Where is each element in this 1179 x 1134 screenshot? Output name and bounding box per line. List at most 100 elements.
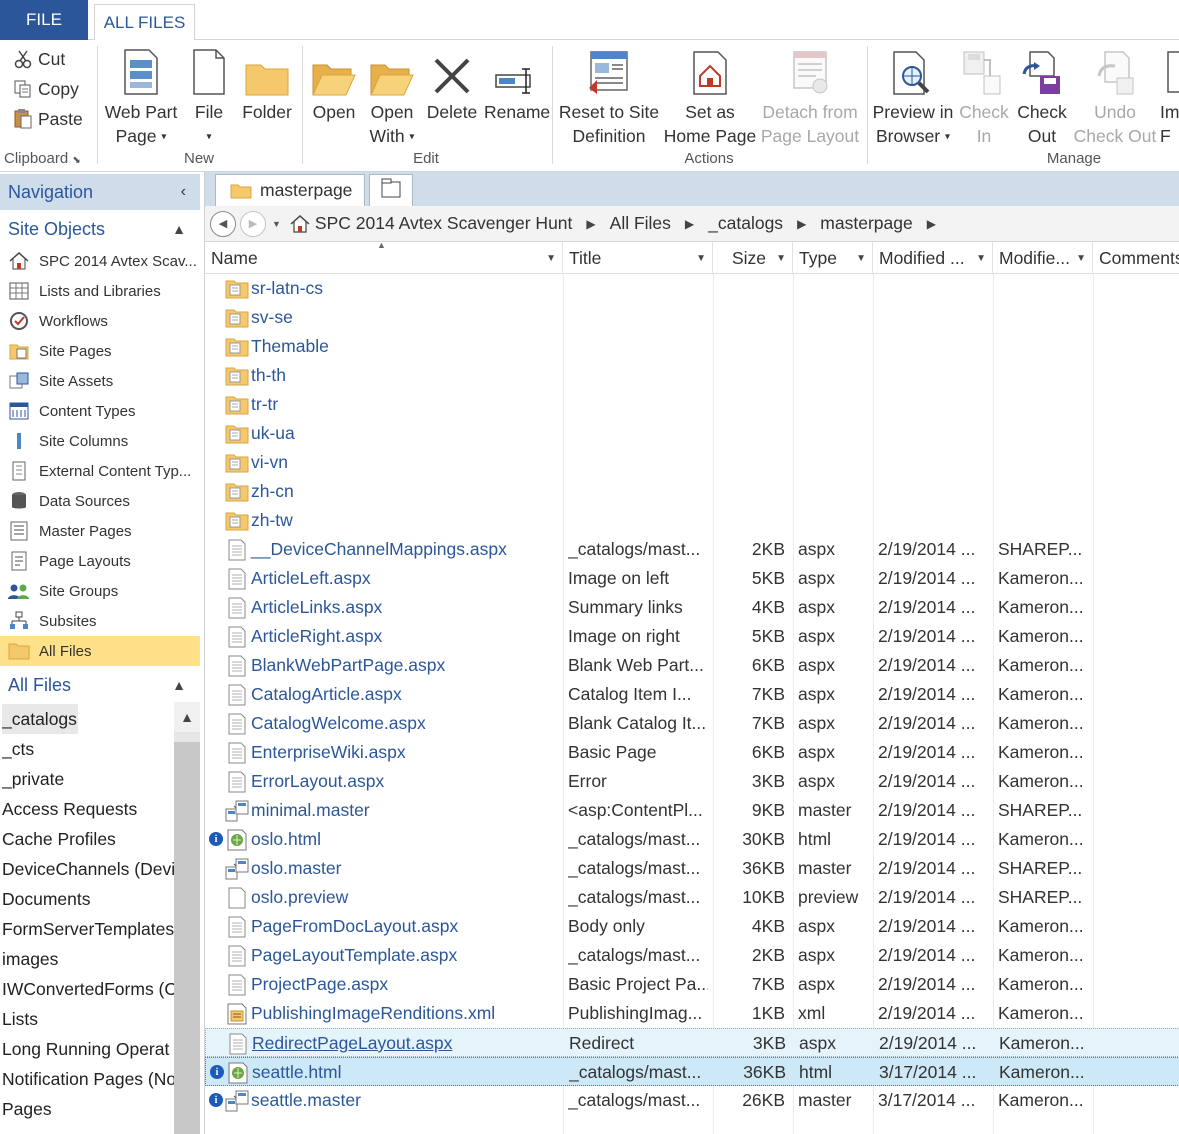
file-row[interactable]: BlankWebPartPage.aspx Blank Web Part... 6K… [205,651,1179,680]
file-row[interactable]: ProjectPage.aspx Basic Project Pa... 7KB as… [205,970,1179,999]
column-header-modified-by[interactable]: Modifie... ▼ [993,242,1093,274]
nav-item-workflows[interactable]: Workflows [0,306,200,336]
file-name[interactable]: CatalogWelcome.aspx [225,709,565,738]
filter-dropdown-icon[interactable]: ▼ [696,253,706,264]
nav-item-content-types[interactable]: Content Types [0,396,200,426]
breadcrumb-separator-icon[interactable]: ▶ [685,217,694,231]
nav-item-data-sources[interactable]: Data Sources [0,486,200,516]
column-header-title[interactable]: Title ▼ [563,242,713,274]
filter-dropdown-icon[interactable]: ▼ [976,253,986,264]
column-header-comments[interactable]: Comments [1093,242,1179,274]
file-name-label[interactable]: RedirectPageLayout.aspx [252,1033,452,1054]
breadcrumb-item-masterpage[interactable]: masterpage [820,213,912,234]
tree-item[interactable]: Notification Pages (No [2,1064,174,1094]
file-name[interactable]: BlankWebPartPage.aspx [225,651,565,680]
folder-row[interactable]: zh-tw [205,506,1179,535]
file-name[interactable]: PageFromDocLayout.aspx [225,912,565,941]
folder-name[interactable]: sr-latn-cs [225,274,565,303]
file-name-label[interactable]: PageLayoutTemplate.aspx [251,945,457,966]
tree-scrollbar[interactable]: ▲ [174,702,200,1134]
tree-item[interactable]: _cts [2,734,174,764]
file-row[interactable]: ArticleLinks.aspx Summary links 4KB aspx 2/1… [205,593,1179,622]
nav-item-spc-2014-avtex-scav[interactable]: SPC 2014 Avtex Scav... [0,246,200,276]
nav-item-subsites[interactable]: Subsites [0,606,200,636]
tree-item[interactable]: Cache Profiles [2,824,174,854]
set-as-home-page-button[interactable]: Set as Home Page [662,46,758,146]
rename-button[interactable]: Rename [484,46,550,146]
file-row[interactable]: oslo.master _catalogs/mast... 36KB master 2/… [205,854,1179,883]
folder-name-label[interactable]: vi-vn [251,452,288,473]
folder-row[interactable]: tr-tr [205,390,1179,419]
detach-from-page-layout-button[interactable]: Detach from Page Layout [758,46,862,146]
file-name[interactable]: PublishingImageRenditions.xml [225,999,565,1028]
folder-row[interactable]: sr-latn-cs [205,274,1179,303]
file-row[interactable]: PageLayoutTemplate.aspx _catalogs/mast...… [205,941,1179,970]
file-name[interactable]: oslo.html [225,825,565,854]
file-name[interactable]: oslo.preview [225,883,565,912]
filter-dropdown-icon[interactable]: ▼ [1076,253,1086,264]
file-name[interactable]: minimal.master [225,796,565,825]
nav-item-lists-and-libraries[interactable]: Lists and Libraries [0,276,200,306]
nav-item-site-assets[interactable]: Site Assets [0,366,200,396]
copy-button[interactable]: Copy [12,76,79,102]
check-in-button[interactable]: Check In [956,46,1012,146]
nav-item-page-layouts[interactable]: Page Layouts [0,546,200,576]
tab-all-files[interactable]: ALL FILES [94,4,195,41]
new-folder-button[interactable]: Folder [238,46,296,146]
scroll-up-arrow-icon[interactable]: ▲ [174,702,200,732]
file-row[interactable]: CatalogWelcome.aspx Blank Catalog It... 7K… [205,709,1179,738]
file-name[interactable]: EnterpriseWiki.aspx [225,738,565,767]
folder-row[interactable]: vi-vn [205,448,1179,477]
preview-in-browser-button[interactable]: Preview in Browser ▾ [870,46,956,146]
delete-button[interactable]: Delete [422,46,482,146]
collapse-arrow-icon[interactable]: ▲ [172,221,186,237]
folder-row[interactable]: sv-se [205,303,1179,332]
column-header-name[interactable]: Name ▲ ▼ [205,242,563,274]
tab-file[interactable]: FILE [0,0,88,40]
folder-name-label[interactable]: th-th [251,365,286,386]
folder-name[interactable]: tr-tr [225,390,565,419]
file-row[interactable]: PublishingImageRenditions.xml PublishingI… [205,999,1179,1028]
file-name-label[interactable]: ProjectPage.aspx [251,974,388,995]
tree-item[interactable]: Access Requests [2,794,174,824]
file-row[interactable]: minimal.master <asp:ContentPl... 9KB master… [205,796,1179,825]
tree-item[interactable]: _catalogs [2,704,78,734]
file-row[interactable]: EnterpriseWiki.aspx Basic Page 6KB aspx 2/19… [205,738,1179,767]
file-name[interactable]: seattle.master [225,1086,565,1115]
site-objects-header[interactable]: Site Objects ▲ [0,212,200,246]
file-row[interactable]: CatalogArticle.aspx Catalog Item I... 7KB a… [205,680,1179,709]
folder-name-label[interactable]: tr-tr [251,394,278,415]
file-name[interactable]: __DeviceChannelMappings.aspx [225,535,565,564]
file-row[interactable]: i oslo.html _catalogs/mast... 30KB html 2/19/… [205,825,1179,854]
file-name[interactable]: PageLayoutTemplate.aspx [225,941,565,970]
nav-item-external-content-typ[interactable]: External Content Typ... [0,456,200,486]
file-name-label[interactable]: BlankWebPartPage.aspx [251,655,445,676]
file-name-label[interactable]: PublishingImageRenditions.xml [251,1003,495,1024]
breadcrumb-separator-icon[interactable]: ▶ [586,217,595,231]
breadcrumb-separator-icon[interactable]: ▶ [927,217,936,231]
folder-name[interactable]: sv-se [225,303,565,332]
folder-name[interactable]: zh-cn [225,477,565,506]
file-name[interactable]: seattle.html [226,1058,566,1087]
breadcrumb-item-catalogs[interactable]: _catalogs [708,213,783,234]
cut-button[interactable]: Cut [12,46,65,72]
file-name-label[interactable]: ErrorLayout.aspx [251,771,384,792]
folder-name-label[interactable]: uk-ua [251,423,295,444]
folder-name[interactable]: zh-tw [225,506,565,535]
tree-item[interactable]: DeviceChannels (Devic [2,854,174,884]
file-name-label[interactable]: PageFromDocLayout.aspx [251,916,458,937]
file-name-label[interactable]: oslo.master [251,858,341,879]
filter-dropdown-icon[interactable]: ▼ [856,253,866,264]
column-header-modified[interactable]: Modified ... ▼ [873,242,993,274]
folder-row[interactable]: uk-ua [205,419,1179,448]
undo-check-out-button[interactable]: Undo Check Out [1070,46,1160,146]
back-arrow-icon[interactable]: ◀ [210,210,236,237]
tree-item[interactable]: Lists [2,1004,174,1034]
new-tab-button[interactable] [369,174,413,206]
folder-name[interactable]: th-th [225,361,565,390]
file-name-label[interactable]: seattle.master [251,1090,361,1111]
tree-item[interactable]: IWConvertedForms (C [2,974,174,1004]
tree-item[interactable]: images [2,944,174,974]
check-out-button[interactable]: Check Out [1014,46,1070,146]
column-header-size[interactable]: Size ▼ [713,242,793,274]
